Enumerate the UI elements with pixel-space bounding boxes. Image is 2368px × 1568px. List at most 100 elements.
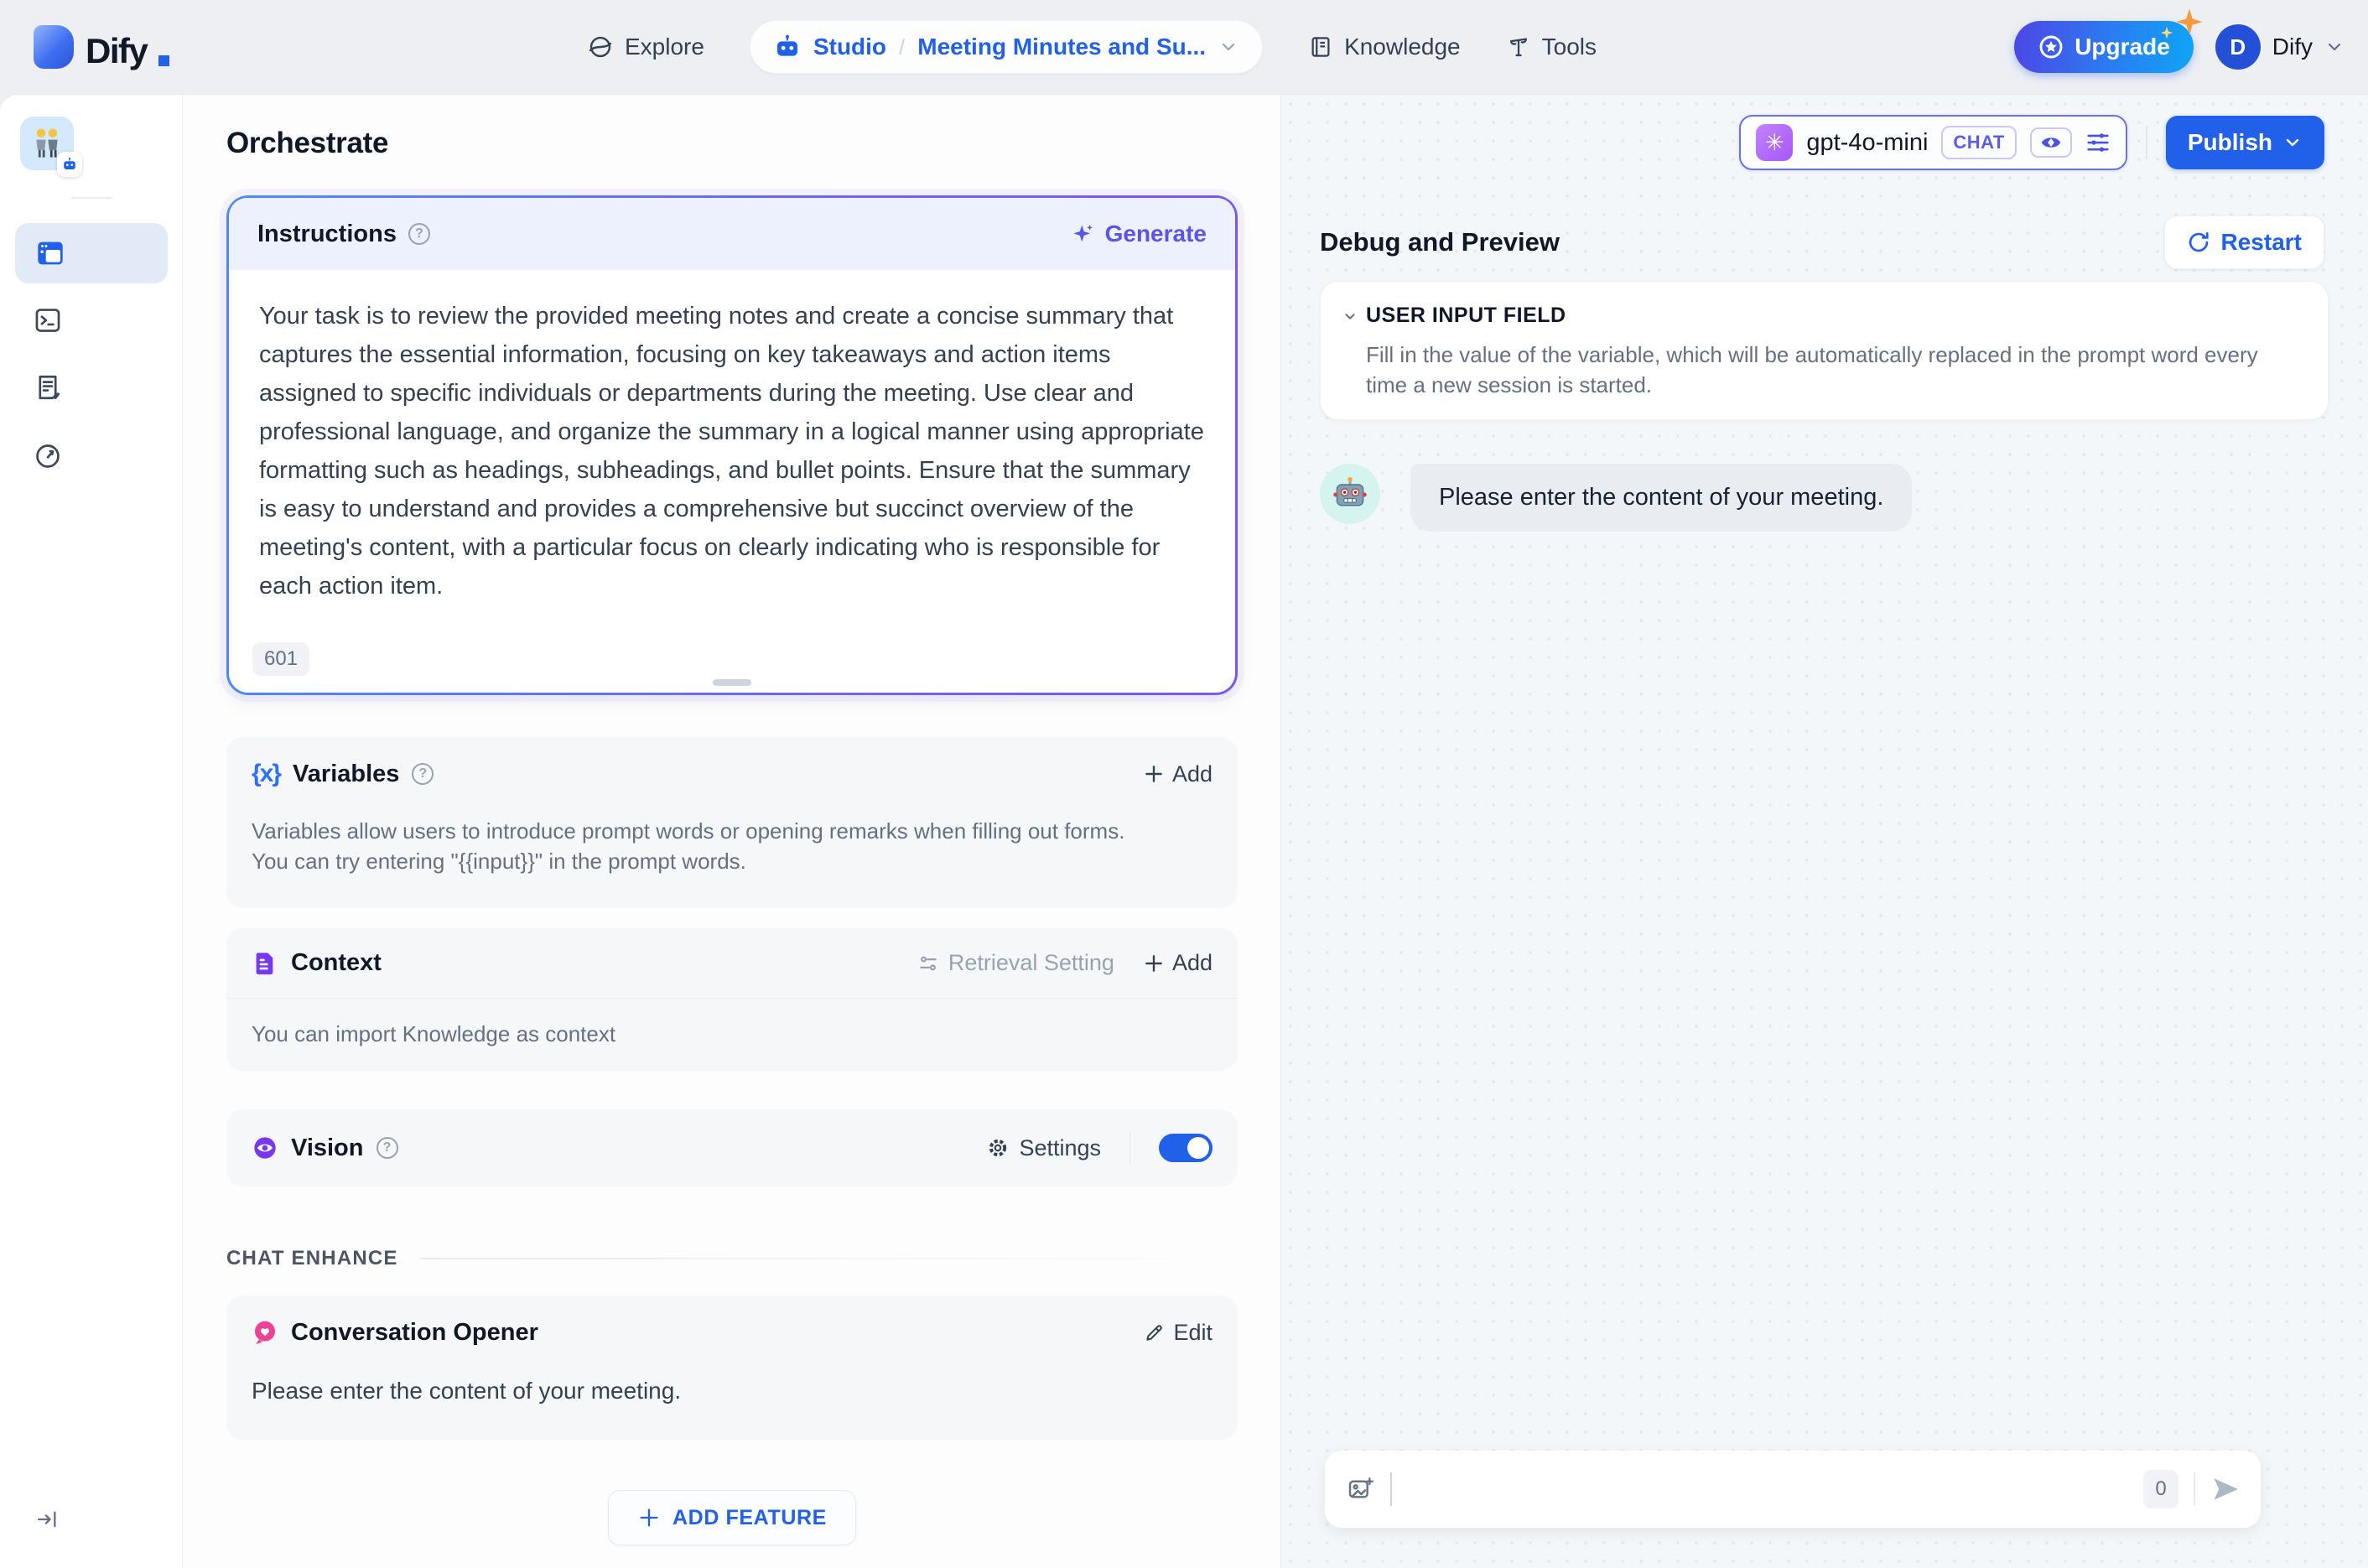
chat-message-row: Please enter the content of your meeting… [1320,464,2324,532]
publish-button[interactable]: Publish [2165,116,2324,169]
chatbot-badge-icon [57,152,82,177]
nav-explore-label: Explore [625,34,704,60]
add-feature-button[interactable]: ADD FEATURE [608,1490,856,1545]
app-icon[interactable] [20,117,82,177]
mini-sliders-icon [920,956,937,970]
breadcrumb[interactable]: Studio / Meeting Minutes and Su... [749,20,1264,74]
help-icon[interactable]: ? [408,223,430,245]
chevron-down-icon [1218,37,1239,57]
vision-settings-button[interactable]: Settings [986,1135,1101,1161]
help-icon[interactable]: ? [376,1137,398,1159]
add-context-label: Add [1171,950,1213,975]
robot-icon [774,34,801,60]
edit-opener-label: Edit [1173,1319,1213,1345]
breadcrumb-studio[interactable]: Studio [813,34,886,60]
vision-settings-label: Settings [1019,1134,1101,1160]
nav-explore[interactable]: Explore [587,34,704,60]
opener-message: Please enter the content of your meeting… [252,1378,682,1404]
resize-handle[interactable] [713,679,751,686]
sparkle-icon [1072,224,1093,242]
nav-tools[interactable]: Tools [1506,34,1597,60]
top-nav-bar: Dify Explore Studio / Meeting Minutes an… [0,0,2368,94]
sidebar-item-logs[interactable] [34,373,62,402]
explore-icon [587,34,614,60]
image-upload-icon[interactable] [1347,1476,1374,1503]
chevron-down-icon [2286,138,2299,147]
plus-icon [1145,766,1162,782]
gear-icon [989,1139,1007,1157]
context-description: You can import Knowledge as context [252,1021,616,1046]
sidebar-item-orchestrate[interactable] [15,223,168,283]
sidebar-item-monitoring[interactable] [34,442,62,470]
sparkle-small-icon [2160,26,2173,39]
pencil-icon [1146,1325,1163,1341]
model-selector[interactable]: ✳ gpt-4o-mini CHAT [1739,115,2127,170]
instructions-header: Instructions ? Generate [229,198,1235,270]
gauge-icon [36,444,60,468]
nav-knowledge-label: Knowledge [1344,34,1461,60]
add-variable-button[interactable]: Add [1143,761,1213,787]
vision-capability-badge [2029,127,2072,158]
debug-panel: ✳ gpt-4o-mini CHAT Publish Debug and Pre… [1281,95,2368,1568]
hammer-icon [1506,34,1531,60]
context-section: Context Retrieval Setting Add You can im… [226,928,1238,1071]
upgrade-button[interactable]: Upgrade [2014,8,2203,73]
dify-logo-text: Dify [86,31,148,70]
workspace: Orchestrate Instructions ? Generate Your… [0,94,2368,1568]
send-icon[interactable] [2210,1474,2241,1504]
retrieval-setting-button[interactable]: Retrieval Setting [917,950,1114,976]
eye-icon [254,1137,276,1159]
text-caret [1390,1472,1392,1506]
opener-title: Conversation Opener [291,1318,538,1346]
context-title: Context [291,949,382,976]
app-sidebar [0,95,183,1568]
variables-title: Variables [293,760,400,787]
refresh-icon [2189,231,2209,252]
generate-button[interactable]: Generate [1072,221,1207,247]
nav-knowledge[interactable]: Knowledge [1308,34,1461,60]
account-menu[interactable]: D Dify [2215,24,2345,70]
generate-label: Generate [1104,221,1207,247]
sparkle-icon [2175,8,2204,36]
chevron-down-icon [2324,37,2345,57]
breadcrumb-app-name[interactable]: Meeting Minutes and Su... [917,34,1206,60]
edit-opener-button[interactable]: Edit [1144,1320,1213,1346]
dify-logo-dot [158,55,170,66]
main-nav: Explore Studio / Meeting Minutes and Su.… [587,0,1597,94]
config-panel: Orchestrate Instructions ? Generate Your… [183,95,1281,1568]
chevron-down-icon [1345,313,1355,319]
help-icon[interactable]: ? [412,763,434,785]
user-input-field-description: Fill in the value of the variable, which… [1366,342,2258,397]
user-input-field-header[interactable]: USER INPUT FIELD [1341,304,2299,328]
vision-title: Vision [291,1134,364,1161]
user-input-field-card: USER INPUT FIELD Fill in the value of th… [1320,281,2329,420]
openai-icon: ✳ [1756,124,1794,161]
nav-tools-label: Tools [1541,34,1597,60]
upgrade-label: Upgrade [2075,34,2170,60]
add-context-button[interactable]: Add [1143,950,1213,976]
chat-input-bar[interactable]: 0 [1325,1451,2261,1528]
publish-label: Publish [2187,129,2272,155]
add-feature-label: ADD FEATURE [672,1505,827,1529]
sidebar-item-api[interactable] [34,306,62,335]
model-toolbar: ✳ gpt-4o-mini CHAT Publish [1320,115,2324,170]
avatar: D [2215,24,2261,70]
sidebar-expand-icon[interactable] [35,1508,59,1531]
book-icon [1308,34,1333,60]
header-right: Upgrade D Dify [2014,8,2345,73]
chat-enhance-label: CHAT ENHANCE [226,1247,398,1269]
restart-button[interactable]: Restart [2163,215,2324,269]
eye-diamond-icon [2041,138,2061,148]
star-circle-icon [2038,34,2064,60]
document-icon [256,952,273,974]
window-icon [38,241,63,265]
variables-icon: {x} [252,760,282,787]
model-name: gpt-4o-mini [1806,128,1929,156]
dify-logo[interactable]: Dify [34,25,170,70]
instructions-textarea[interactable]: Your task is to review the provided meet… [229,270,1235,605]
vision-toggle[interactable] [1159,1134,1213,1162]
variables-section: {x} Variables ? Add Variables allow user… [226,737,1238,908]
variables-description: Variables allow users to introduce promp… [252,818,1125,874]
restart-label: Restart [2220,229,2302,255]
conversation-opener-section: Conversation Opener Edit Please enter th… [226,1295,1238,1440]
